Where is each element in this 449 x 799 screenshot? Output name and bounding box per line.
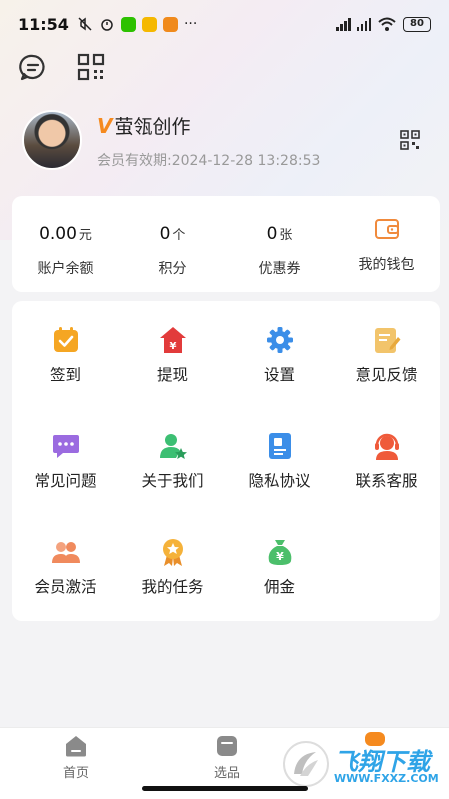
more-notifications-icon: ··· xyxy=(183,16,198,32)
menu-item-privacy[interactable]: 隐私协议 xyxy=(226,407,333,490)
coupons-label: 优惠券 xyxy=(258,261,301,277)
feature-menu-card: 签到 ¥ 提现 设置 意见反馈 常见问题 关于我们 隐私协议 联系客服 会员激活… xyxy=(12,301,440,621)
menu-item-faq[interactable]: 常见问题 xyxy=(12,407,119,490)
menu-label-about: 关于我们 xyxy=(141,472,204,490)
scan-qr-icon[interactable] xyxy=(76,52,106,82)
wallet-button[interactable]: 我的钱包 xyxy=(333,196,440,292)
menu-item-withdraw[interactable]: ¥ 提现 xyxy=(119,301,226,384)
menu-label-withdraw: 提现 xyxy=(156,366,188,384)
menu-label-checkin: 签到 xyxy=(49,366,81,384)
status-time: 11:54 xyxy=(18,14,69,34)
task-icon xyxy=(162,539,183,566)
feedback-icon xyxy=(374,328,400,353)
commission-icon: ¥ xyxy=(268,540,291,565)
avatar[interactable] xyxy=(22,110,82,170)
member-expiry: 会员有效期:2024-12-28 13:28:53 xyxy=(97,153,321,169)
coupons-value: 0 xyxy=(266,224,278,244)
battery-icon: 80 xyxy=(403,16,431,32)
notification-icons: ··· xyxy=(77,16,197,32)
status-bar: 11:54 ··· 80 xyxy=(0,0,449,48)
nav-item-home[interactable]: 首页 xyxy=(46,734,106,781)
home-icon xyxy=(66,736,86,757)
menu-label-feedback: 意见反馈 xyxy=(355,366,418,384)
menu-item-about[interactable]: 关于我们 xyxy=(119,407,226,490)
menu-label-commission: 佣金 xyxy=(263,578,295,596)
points-unit: 个 xyxy=(172,228,186,243)
menu-label-faq: 常见问题 xyxy=(34,472,97,490)
withdraw-icon: ¥ xyxy=(159,327,186,353)
points-value: 0 xyxy=(159,224,171,244)
qr-code-icon[interactable] xyxy=(400,130,420,150)
menu-label-member-activate: 会员激活 xyxy=(34,578,97,596)
menu-item-feedback[interactable]: 意见反馈 xyxy=(333,301,440,384)
customer-service-icon xyxy=(374,433,399,460)
signal-icon xyxy=(336,17,351,31)
nav-label-select-products: 选品 xyxy=(213,766,240,781)
wallet-label: 我的钱包 xyxy=(358,257,415,273)
about-icon xyxy=(159,434,187,459)
faq-icon xyxy=(52,435,79,458)
app-notification-icon-2 xyxy=(162,16,178,32)
watermark-logo xyxy=(283,741,329,787)
username: 萤瓴创作 xyxy=(114,116,191,138)
balance-label: 账户余额 xyxy=(37,261,94,277)
username-row: V 萤瓴创作 xyxy=(97,112,191,139)
wallet-icon xyxy=(374,219,399,239)
menu-label-privacy: 隐私协议 xyxy=(248,472,311,490)
menu-label-tasks: 我的任务 xyxy=(141,578,204,596)
mute-icon xyxy=(78,17,92,31)
app-notification-icon xyxy=(141,16,157,32)
svg-text:¥: ¥ xyxy=(169,341,176,352)
points-stat[interactable]: 0个 积分 xyxy=(119,196,226,292)
privacy-icon xyxy=(268,433,291,459)
menu-label-settings: 设置 xyxy=(263,366,295,384)
menu-item-customer-service[interactable]: 联系客服 xyxy=(333,407,440,490)
menu-item-tasks[interactable]: 我的任务 xyxy=(119,513,226,596)
message-icon[interactable] xyxy=(18,52,48,82)
alarm-icon xyxy=(101,19,113,31)
wifi-icon xyxy=(378,17,396,31)
menu-item-commission[interactable]: ¥ 佣金 xyxy=(226,513,333,596)
profile-section: V 萤瓴创作 会员有效期:2024-12-28 13:28:53 xyxy=(22,110,432,174)
svg-text:¥: ¥ xyxy=(276,550,284,563)
balance-stat[interactable]: 0.00 元 账户余额 xyxy=(12,196,119,292)
top-actions xyxy=(18,52,106,82)
signal-icon-2 xyxy=(356,17,371,31)
checkin-icon xyxy=(53,327,78,352)
balance-unit: 元 xyxy=(78,228,92,243)
wechat-icon xyxy=(120,16,136,32)
menu-item-settings[interactable]: 设置 xyxy=(226,301,333,384)
coupons-stat[interactable]: 0张 优惠券 xyxy=(226,196,333,292)
home-indicator xyxy=(142,786,308,791)
nav-label-home: 首页 xyxy=(62,766,89,781)
watermark: 飞翔下载 WWW.FXXZ.COM xyxy=(282,740,442,790)
gear-icon xyxy=(266,327,293,353)
menu-label-customer-service: 联系客服 xyxy=(355,472,418,490)
balance-value: 0.00 xyxy=(39,224,77,244)
vip-badge: V xyxy=(97,113,113,138)
points-label: 积分 xyxy=(158,261,187,277)
account-stats-card: 0.00 元 账户余额 0个 积分 0张 优惠券 我的钱包 xyxy=(12,196,440,292)
menu-item-member-activate[interactable]: 会员激活 xyxy=(12,513,119,596)
system-icons: 80 xyxy=(336,16,431,32)
select-products-icon xyxy=(217,736,237,756)
nav-item-select-products[interactable]: 选品 xyxy=(197,734,257,781)
member-activate-icon xyxy=(51,542,80,563)
coupons-unit: 张 xyxy=(279,228,293,243)
watermark-url: WWW.FXXZ.COM xyxy=(334,772,439,785)
menu-item-checkin[interactable]: 签到 xyxy=(12,301,119,384)
